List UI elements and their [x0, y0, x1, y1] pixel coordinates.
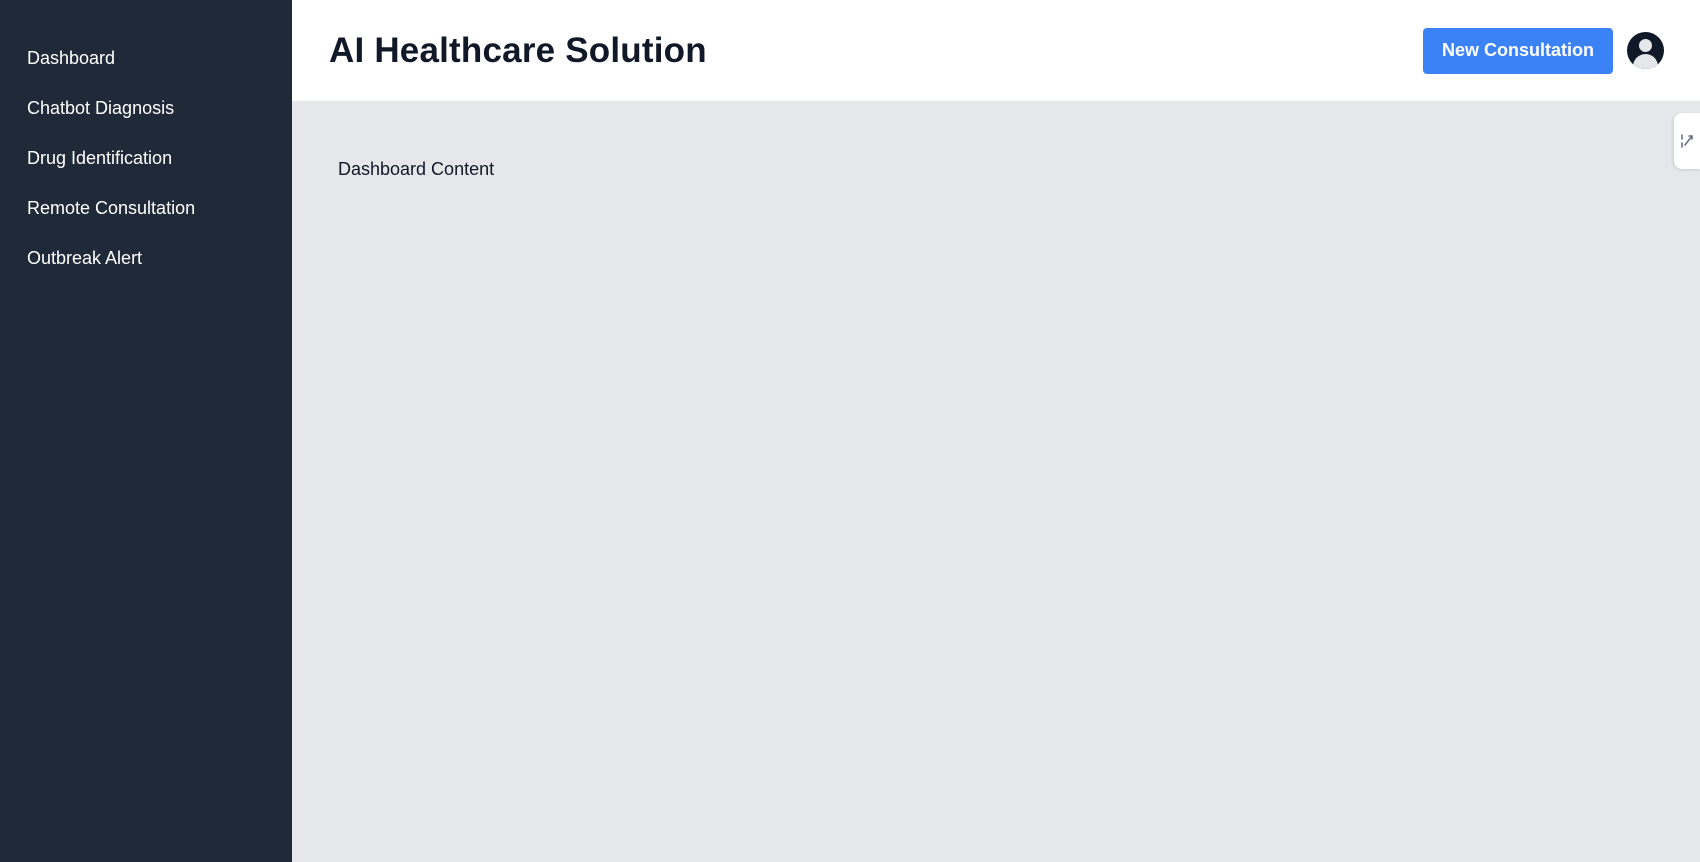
- header-actions: New Consultation: [1423, 27, 1664, 74]
- sidebar-item-chatbot-diagnosis[interactable]: Chatbot Diagnosis: [0, 94, 292, 144]
- content-placeholder-text: Dashboard Content: [338, 159, 495, 179]
- avatar-head-shape: [1639, 39, 1652, 52]
- sidebar-item-dashboard[interactable]: Dashboard: [0, 44, 292, 94]
- top-header: AI Healthcare Solution New Consultation: [292, 0, 1700, 101]
- user-avatar-icon[interactable]: [1627, 32, 1664, 69]
- new-consultation-button[interactable]: New Consultation: [1423, 27, 1613, 74]
- app-root: Dashboard Chatbot Diagnosis Drug Identif…: [0, 0, 1700, 862]
- avatar-body-shape: [1633, 54, 1658, 69]
- main-area: AI Healthcare Solution New Consultation …: [292, 0, 1700, 862]
- sidebar: Dashboard Chatbot Diagnosis Drug Identif…: [0, 0, 292, 862]
- main-content: Dashboard Content: [292, 101, 1700, 862]
- sidebar-item-drug-identification[interactable]: Drug Identification: [0, 144, 292, 194]
- sidebar-item-outbreak-alert[interactable]: Outbreak Alert: [0, 244, 292, 294]
- handle-glyph-icon: [1681, 134, 1693, 148]
- page-title: AI Healthcare Solution: [329, 30, 707, 70]
- extension-handle-icon[interactable]: [1674, 113, 1700, 169]
- sidebar-item-remote-consultation[interactable]: Remote Consultation: [0, 194, 292, 244]
